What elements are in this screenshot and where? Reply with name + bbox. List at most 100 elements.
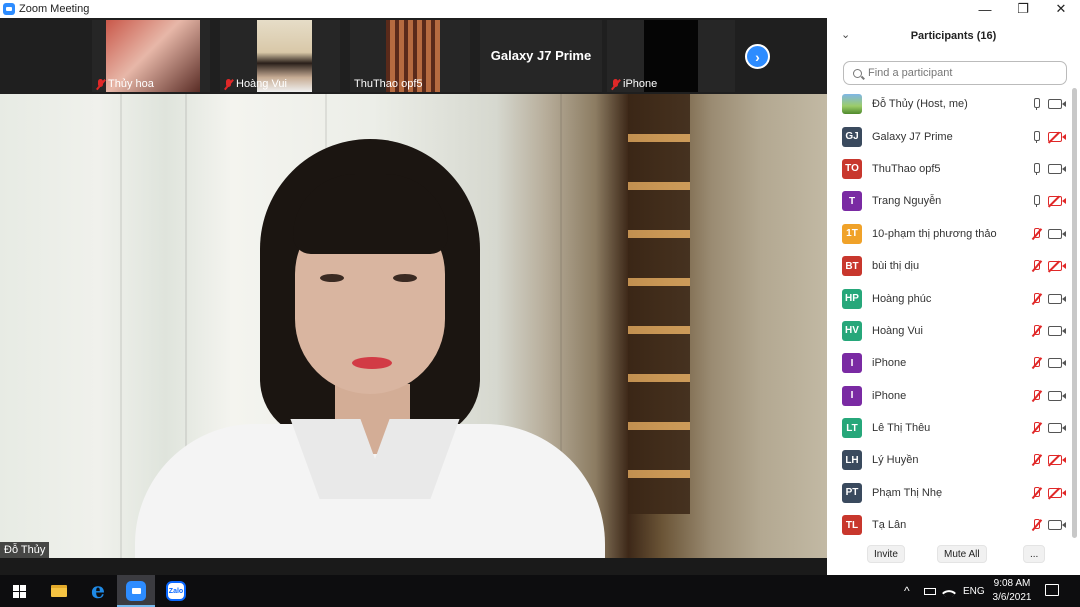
video-camera-icon[interactable] <box>1048 358 1066 369</box>
thumbnail-tile[interactable]: Thủy hoa <box>92 20 210 92</box>
participant-row[interactable]: HP Hoàng phúc <box>827 282 1080 314</box>
participant-row[interactable]: T Trang Nguyễn <box>827 185 1080 217</box>
video-camera-icon[interactable] <box>1048 99 1066 110</box>
next-page-button[interactable]: › <box>745 44 770 69</box>
video-camera-icon[interactable] <box>1048 163 1066 174</box>
thumbnail-label: Thủy hoa <box>96 78 154 90</box>
participant-row[interactable]: PT Phạm Thị Nhẹ <box>827 477 1080 509</box>
participants-title: Participants (16) <box>910 30 997 42</box>
participant-avatar: 1T <box>842 223 862 244</box>
search-icon <box>853 68 862 78</box>
close-button[interactable]: ✕ <box>1042 0 1080 18</box>
participant-avatar: TO <box>842 158 862 179</box>
wifi-icon[interactable] <box>941 575 957 607</box>
participant-row[interactable]: LH Lý Huyền <box>827 444 1080 476</box>
windows-logo-icon <box>12 584 26 598</box>
edge-button[interactable]: e <box>79 575 117 607</box>
participant-row[interactable]: IiPhone <box>827 380 1080 412</box>
participant-row[interactable]: TO ThuThao opf5 <box>827 153 1080 185</box>
participant-avatar: I <box>842 385 862 406</box>
microphone-icon[interactable] <box>1031 162 1041 175</box>
minimize-button[interactable]: — <box>966 0 1004 18</box>
more-options-button[interactable]: ... <box>1023 545 1046 563</box>
participant-name: Phạm Thị Nhẹ <box>872 486 943 499</box>
participant-row[interactable]: 1T 10-phạm thị phương thảo <box>827 218 1080 250</box>
microphone-muted-icon[interactable] <box>1031 454 1041 466</box>
participant-avatar: LT <box>842 418 862 439</box>
participant-name: Hoàng phúc <box>872 292 932 305</box>
participant-name: Lê Thị Thêu <box>872 422 931 435</box>
participant-row[interactable]: LT Lê Thị Thêu <box>827 412 1080 444</box>
participant-avatar: LH <box>842 450 862 471</box>
participant-row[interactable]: HV Hoàng Vui <box>827 315 1080 347</box>
tray-expand-chevron-icon[interactable]: ^ <box>904 575 910 607</box>
video-camera-icon[interactable] <box>1048 293 1066 304</box>
participant-avatar: TL <box>842 515 862 536</box>
participant-name: iPhone <box>872 389 907 402</box>
microphone-icon[interactable] <box>1031 130 1041 143</box>
system-clock[interactable]: 9:08 AM 3/6/2021 <box>985 577 1039 605</box>
file-explorer-button[interactable] <box>40 575 78 607</box>
zoom-taskbar-button[interactable] <box>117 575 155 607</box>
video-camera-icon[interactable] <box>1048 423 1066 434</box>
speaker-figure <box>135 134 605 558</box>
participant-row[interactable]: Đỗ Thủy (Host, me) <box>827 88 1080 120</box>
start-button[interactable] <box>0 575 38 607</box>
notification-icon[interactable] <box>1045 584 1059 596</box>
microphone-icon[interactable] <box>1031 195 1041 208</box>
microphone-muted-icon[interactable] <box>1031 227 1041 240</box>
microphone-muted-icon[interactable] <box>1031 486 1041 499</box>
thumbnail-tile[interactable]: ThuThao opf5 <box>350 20 470 92</box>
mic-muted-icon <box>611 78 620 90</box>
video-camera-off-icon[interactable] <box>1048 196 1066 207</box>
microphone-muted-icon[interactable] <box>1031 260 1041 272</box>
thumbnail-name: ThuThao opf5 <box>354 78 423 90</box>
video-camera-icon[interactable] <box>1048 520 1066 531</box>
restore-button[interactable]: ❐ <box>1004 0 1042 18</box>
thumbnail-tile[interactable]: Hoàng Vui <box>220 20 340 92</box>
video-camera-icon[interactable] <box>1048 390 1066 401</box>
windows-taskbar: e Zalo ^ ENG 9:08 AM 3/6/2021 <box>0 575 1080 607</box>
clock-time: 9:08 AM <box>993 578 1031 589</box>
participant-avatar <box>842 94 862 115</box>
participant-row[interactable]: IiPhone <box>827 347 1080 379</box>
participant-name: Trang Nguyễn <box>872 195 942 208</box>
participant-name: Galaxy J7 Prime <box>872 130 953 143</box>
thumbnail-tile[interactable]: iPhone <box>607 20 735 92</box>
participant-name: Tạ Lân <box>872 519 907 532</box>
invite-button[interactable]: Invite <box>867 545 905 563</box>
microphone-muted-icon[interactable] <box>1031 422 1041 434</box>
microphone-icon[interactable] <box>1031 98 1041 111</box>
participant-avatar: BT <box>842 256 862 277</box>
microphone-muted-icon[interactable] <box>1031 389 1041 402</box>
participant-row[interactable]: TL Tạ Lân <box>827 509 1080 541</box>
folder-icon <box>51 585 67 597</box>
zalo-taskbar-button[interactable]: Zalo <box>157 575 195 607</box>
participant-name: Lý Huyền <box>872 454 919 467</box>
microphone-muted-icon[interactable] <box>1031 357 1041 369</box>
mute-all-button[interactable]: Mute All <box>937 545 987 563</box>
microphone-muted-icon[interactable] <box>1031 292 1041 305</box>
participant-search-input[interactable]: Find a participant <box>843 61 1067 85</box>
video-stage: Thủy hoa Hoàng Vui ThuThao opf5 Galaxy J… <box>0 18 827 575</box>
video-camera-off-icon[interactable] <box>1048 455 1066 466</box>
video-camera-off-icon[interactable] <box>1048 261 1066 272</box>
battery-icon[interactable] <box>924 575 936 607</box>
collapse-chevron-icon[interactable]: ⌄ <box>841 28 850 41</box>
search-placeholder: Find a participant <box>868 67 953 79</box>
microphone-muted-icon[interactable] <box>1031 519 1041 531</box>
microphone-muted-icon[interactable] <box>1031 324 1041 337</box>
thumbnail-tile[interactable]: Galaxy J7 Prime <box>480 20 602 92</box>
language-indicator[interactable]: ENG <box>963 575 985 607</box>
participant-list: Đỗ Thủy (Host, me) GJ Galaxy J7 Prime TO Thu… <box>827 88 1080 541</box>
participant-name: 10-phạm thị phương thảo <box>872 227 997 240</box>
participant-list-scrollbar[interactable] <box>1072 88 1077 538</box>
participant-row[interactable]: GJ Galaxy J7 Prime <box>827 120 1080 152</box>
participant-avatar: HV <box>842 320 862 341</box>
participant-row[interactable]: BT bùi thị dịu <box>827 250 1080 282</box>
speaker-eye <box>320 274 344 282</box>
video-camera-off-icon[interactable] <box>1048 131 1066 142</box>
video-camera-icon[interactable] <box>1048 325 1066 336</box>
video-camera-icon[interactable] <box>1048 228 1066 239</box>
video-camera-off-icon[interactable] <box>1048 487 1066 498</box>
